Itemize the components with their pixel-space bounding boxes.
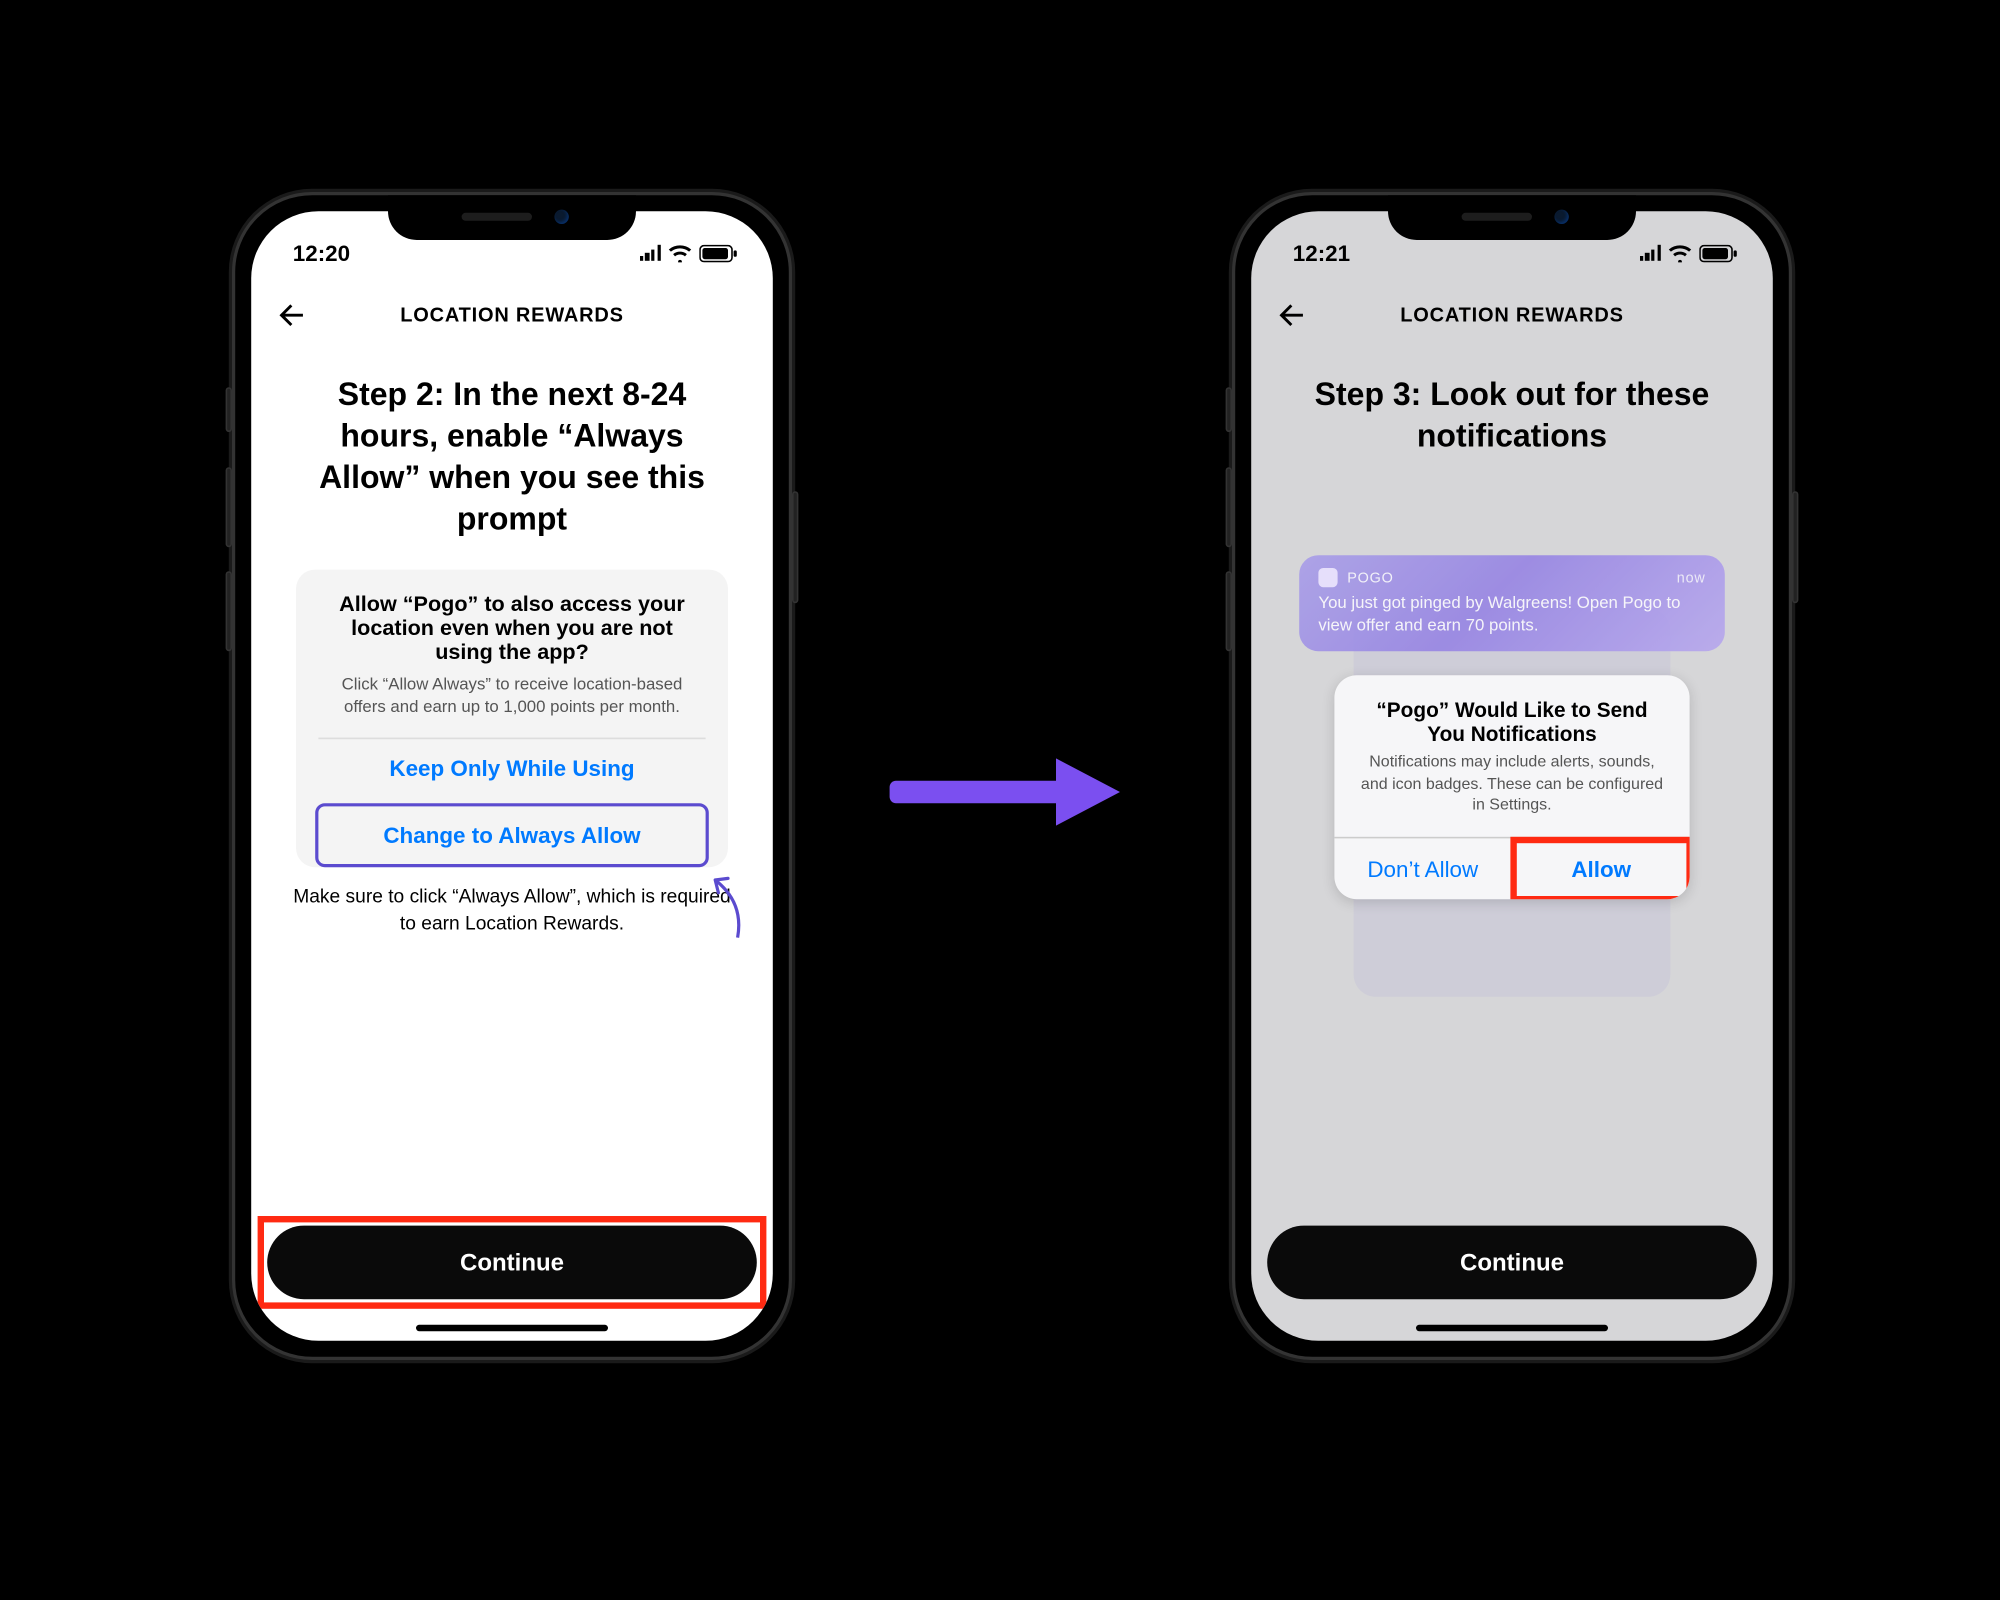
step-heading: Step 2: In the next 8-24 hours, enable “…	[286, 374, 737, 540]
continue-button[interactable]: Continue	[1267, 1226, 1757, 1300]
home-indicator[interactable]	[1416, 1325, 1608, 1331]
app-icon	[1318, 568, 1337, 587]
volume-down-button	[1226, 571, 1232, 651]
nav-header: LOCATION REWARDS	[251, 282, 773, 349]
nav-header: LOCATION REWARDS	[1251, 282, 1773, 349]
notification-banner: POGO now You just got pinged by Walgreen…	[1299, 555, 1725, 651]
status-time: 12:20	[293, 240, 350, 266]
volume-up-button	[1226, 467, 1232, 547]
power-button	[792, 491, 798, 603]
prompt-description: Click “Allow Always” to receive location…	[318, 674, 705, 732]
wifi-icon	[667, 244, 693, 262]
page-title: LOCATION REWARDS	[251, 304, 773, 326]
banner-timestamp: now	[1677, 570, 1706, 586]
home-indicator[interactable]	[416, 1325, 608, 1331]
transition-arrow-icon	[880, 752, 1136, 832]
keep-while-using-button[interactable]: Keep Only While Using	[318, 740, 705, 798]
location-permission-prompt: Allow “Pogo” to also access your locatio…	[296, 570, 728, 868]
page-title: LOCATION REWARDS	[1251, 304, 1773, 326]
status-time: 12:21	[1293, 240, 1350, 266]
cellular-signal-icon	[640, 245, 661, 261]
continue-button[interactable]: Continue	[267, 1226, 757, 1300]
prompt-title: Allow “Pogo” to also access your locatio…	[318, 592, 705, 674]
notifications-permission-alert: “Pogo” Would Like to Send You Notificati…	[1334, 675, 1689, 898]
phone-mock-right: 12:21 LOCATION REWARDS Ste	[1232, 192, 1792, 1360]
banner-text: You just got pinged by Walgreens! Open P…	[1318, 594, 1705, 638]
allow-button[interactable]: Allow	[1513, 838, 1690, 899]
battery-icon	[1699, 244, 1737, 262]
notch	[1388, 195, 1636, 240]
phone-mock-left: 12:20 LOCATION REWARDS Ste	[232, 192, 792, 1360]
allow-button-label: Allow	[1571, 855, 1631, 881]
hint-text: Make sure to click “Always Allow”, which…	[290, 884, 735, 936]
wifi-icon	[1667, 244, 1693, 262]
battery-icon	[699, 244, 737, 262]
callout-arrow-icon	[702, 867, 750, 944]
volume-up-button	[226, 467, 232, 547]
power-button	[1792, 491, 1798, 603]
banner-app-name: POGO	[1347, 570, 1667, 586]
volume-down-button	[226, 571, 232, 651]
mute-switch	[226, 387, 232, 432]
change-always-allow-button[interactable]: Change to Always Allow	[315, 804, 709, 868]
cellular-signal-icon	[1640, 245, 1661, 261]
alert-description: Notifications may include alerts, sounds…	[1334, 752, 1689, 836]
step-heading: Step 3: Look out for these notifications	[1286, 374, 1737, 457]
alert-title: “Pogo” Would Like to Send You Notificati…	[1334, 675, 1689, 752]
notch	[388, 195, 636, 240]
dont-allow-button[interactable]: Don’t Allow	[1334, 838, 1511, 899]
mute-switch	[1226, 387, 1232, 432]
